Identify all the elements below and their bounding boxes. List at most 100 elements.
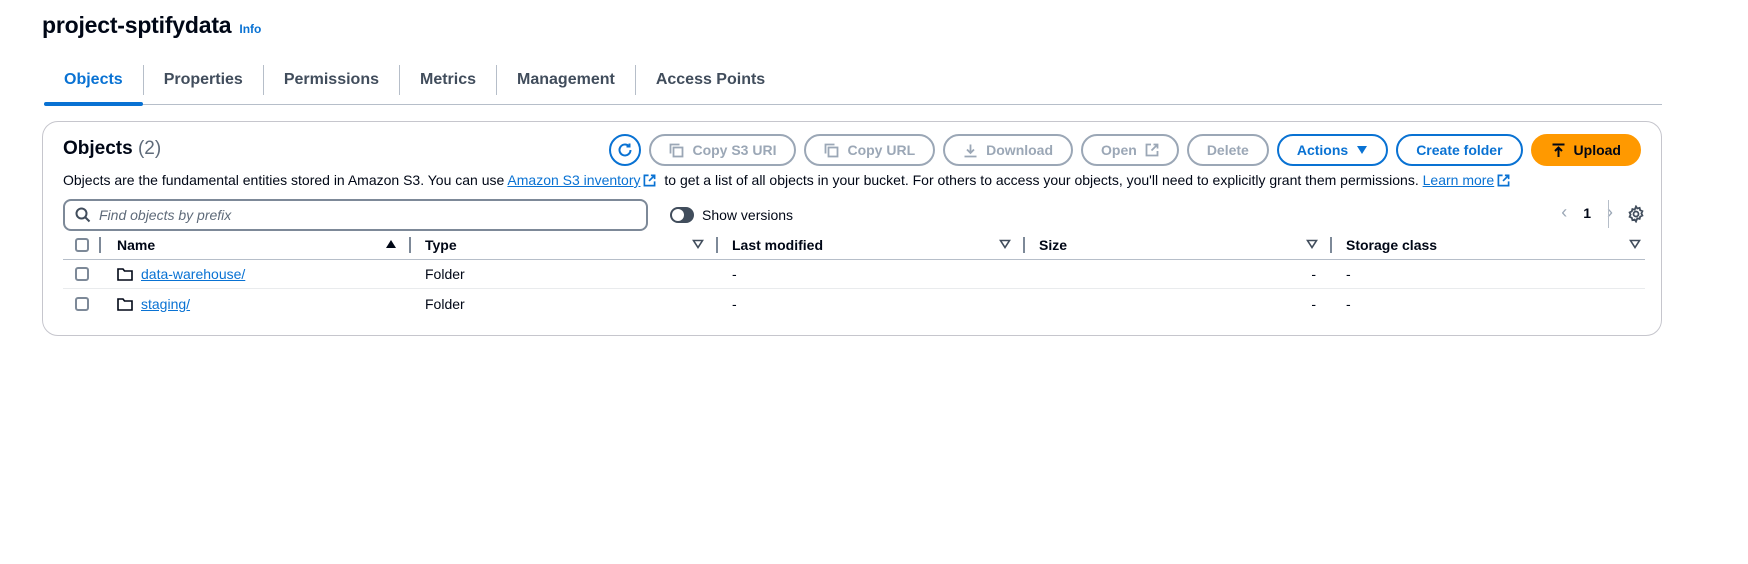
column-header-storage-class[interactable]: Storage class — [1332, 230, 1645, 259]
toggle-switch[interactable] — [670, 207, 694, 223]
column-size-label: Size — [1039, 236, 1068, 253]
folder-icon — [117, 297, 133, 311]
panel-title-text: Objects — [63, 138, 133, 159]
open-label: Open — [1101, 142, 1137, 158]
inventory-link[interactable]: Amazon S3 inventory — [507, 172, 640, 188]
upload-button[interactable]: Upload — [1530, 134, 1641, 166]
table-row: data-warehouse/ Folder - - - — [63, 260, 1645, 289]
tab-properties[interactable]: Properties — [142, 65, 263, 95]
current-page[interactable]: 1 — [1583, 205, 1591, 221]
copy-icon — [825, 143, 839, 157]
show-versions-label: Show versions — [702, 207, 794, 223]
size-cell: - — [1025, 260, 1332, 288]
external-link-icon — [1145, 143, 1159, 157]
sort-icon — [1306, 239, 1318, 249]
delete-label: Delete — [1206, 142, 1249, 158]
divider — [1608, 200, 1609, 228]
delete-button[interactable]: Delete — [1186, 134, 1269, 166]
objects-panel: Objects (2) Copy S3 URI Copy URL Downloa… — [42, 121, 1662, 336]
panel-title: Objects (2) — [63, 138, 161, 160]
name-cell: staging/ — [103, 289, 411, 318]
sort-icon — [1629, 239, 1641, 249]
create-folder-button[interactable]: Create folder — [1396, 134, 1523, 166]
upload-label: Upload — [1573, 142, 1621, 158]
download-label: Download — [986, 142, 1054, 158]
gear-icon — [1628, 204, 1644, 224]
tab-objects[interactable]: Objects — [44, 65, 143, 106]
last-modified-cell: - — [732, 266, 737, 282]
size-cell: - — [1025, 289, 1332, 318]
tab-metrics[interactable]: Metrics — [398, 65, 496, 95]
table-header: Name Type Last modified Size Storage cla — [63, 230, 1645, 260]
object-name-link[interactable]: staging/ — [141, 296, 190, 312]
search-field — [63, 199, 648, 231]
caret-down-icon — [1357, 146, 1368, 154]
panel-description: Objects are the fundamental entities sto… — [63, 172, 1514, 188]
storage-class-cell: - — [1346, 266, 1351, 282]
description-prefix: Objects are the fundamental entities sto… — [63, 172, 505, 188]
column-header-size[interactable]: Size — [1025, 230, 1332, 259]
page-header: project-sptifydata Info — [42, 12, 261, 39]
upload-icon — [1552, 143, 1565, 157]
learn-more-link[interactable]: Learn more — [1423, 172, 1495, 188]
type-cell: Folder — [425, 266, 465, 282]
open-button[interactable]: Open — [1081, 134, 1179, 166]
info-link[interactable]: Info — [239, 22, 261, 36]
row-select-cell — [63, 289, 103, 318]
type-cell: Folder — [425, 295, 465, 312]
tab-management[interactable]: Management — [496, 65, 635, 95]
size-value: - — [1311, 295, 1316, 312]
copy-icon — [670, 143, 684, 157]
select-all-checkbox[interactable] — [75, 237, 89, 252]
external-link-icon — [1497, 174, 1510, 187]
copy-s3-uri-label: Copy S3 URI — [692, 142, 777, 158]
column-last-modified-label: Last modified — [732, 236, 824, 253]
tab-bar: Objects Properties Permissions Metrics M… — [44, 62, 1662, 106]
actions-label: Actions — [1296, 142, 1349, 158]
sort-icon — [692, 239, 704, 249]
column-name-label: Name — [117, 236, 156, 253]
pagination: ‹ 1 › — [1561, 202, 1613, 223]
tab-permissions[interactable]: Permissions — [262, 65, 399, 95]
storage-class-cell: - — [1346, 295, 1351, 312]
name-cell: data-warehouse/ — [103, 260, 411, 288]
column-storage-class-label: Storage class — [1346, 236, 1438, 253]
actions-dropdown[interactable]: Actions — [1276, 134, 1389, 166]
description-middle: to get a list of all objects in your buc… — [664, 172, 1419, 188]
object-count: (2) — [137, 138, 162, 159]
objects-toolbar: Copy S3 URI Copy URL Download Open Delet… — [609, 134, 1641, 166]
table-row: staging/ Folder - - - — [63, 289, 1645, 318]
refresh-icon — [618, 143, 632, 157]
size-value: - — [1311, 266, 1316, 282]
row-checkbox[interactable] — [75, 296, 89, 311]
object-name-link[interactable]: data-warehouse/ — [141, 266, 245, 282]
sort-icon — [999, 239, 1011, 249]
copy-url-label: Copy URL — [847, 142, 916, 158]
column-type-label: Type — [425, 236, 457, 253]
last-modified-cell: - — [732, 295, 737, 312]
page-title: project-sptifydata — [42, 12, 232, 38]
chevron-left-icon[interactable]: ‹ — [1561, 202, 1567, 223]
row-select-cell — [63, 260, 103, 288]
objects-table: Name Type Last modified Size Storage cla — [63, 230, 1645, 318]
column-header-name[interactable]: Name — [103, 230, 411, 259]
row-checkbox[interactable] — [75, 267, 89, 281]
show-versions-toggle[interactable]: Show versions — [670, 207, 793, 223]
download-button[interactable]: Download — [943, 134, 1074, 166]
sort-ascending-icon — [386, 240, 396, 248]
create-folder-label: Create folder — [1416, 142, 1503, 158]
column-separator — [99, 237, 101, 253]
column-header-type[interactable]: Type — [411, 230, 718, 259]
external-link-icon — [644, 174, 656, 187]
header-select-cell — [63, 230, 103, 259]
copy-url-button[interactable]: Copy URL — [804, 134, 936, 166]
copy-s3-uri-button[interactable]: Copy S3 URI — [649, 134, 797, 166]
search-icon — [75, 207, 91, 223]
folder-icon — [117, 268, 133, 281]
download-icon — [964, 144, 977, 157]
tab-access-points[interactable]: Access Points — [634, 65, 785, 95]
settings-button[interactable] — [1627, 204, 1645, 228]
refresh-button[interactable] — [609, 134, 642, 166]
column-header-last-modified[interactable]: Last modified — [718, 230, 1025, 259]
search-input[interactable] — [99, 207, 619, 223]
